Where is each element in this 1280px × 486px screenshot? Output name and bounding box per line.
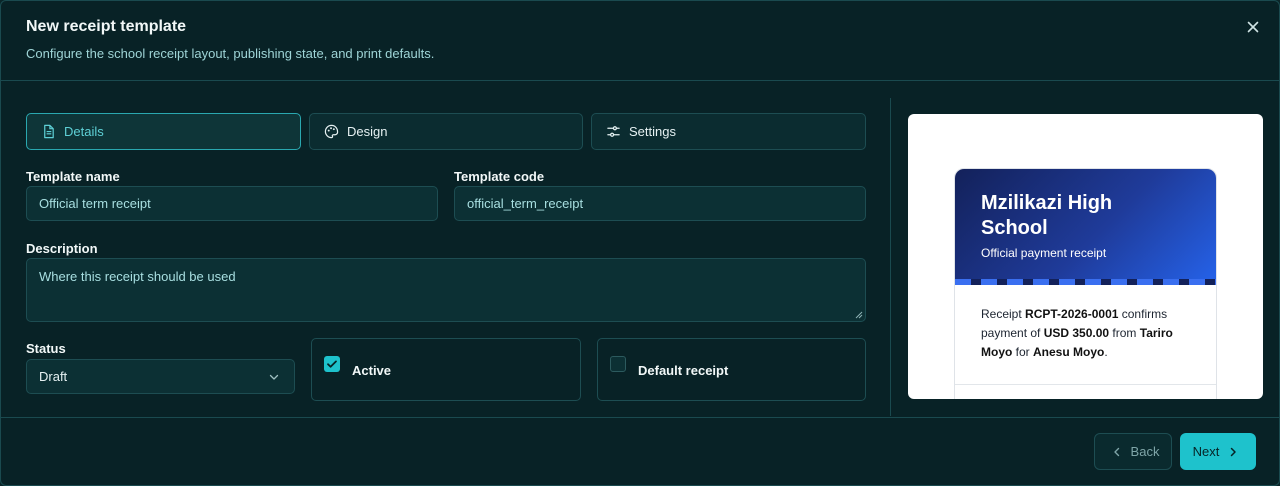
tab-details-label: Details [64, 124, 104, 139]
receipt-divider [955, 384, 1216, 385]
template-code-label: Template code [454, 169, 545, 184]
active-label: Active [352, 363, 392, 378]
palette-icon [324, 124, 339, 139]
receipt-header: Mzilikazi High School Official payment r… [955, 169, 1216, 285]
active-checkbox[interactable] [324, 356, 340, 372]
status-label: Status [26, 341, 66, 356]
back-button[interactable]: Back [1094, 433, 1172, 470]
back-button-label: Back [1130, 444, 1160, 459]
status-value: Draft [39, 369, 68, 384]
template-name-input[interactable]: Official term receipt [26, 186, 438, 221]
chevron-right-icon [1231, 447, 1237, 456]
check-icon [327, 360, 337, 368]
chevron-left-icon [1113, 447, 1119, 456]
description-textarea[interactable]: Where this receipt should be used [26, 258, 866, 322]
active-toggle-card[interactable]: Active [311, 338, 581, 401]
receipt-school-name: Mzilikazi High School [981, 192, 1113, 239]
receipt-student: Anesu Moyo [1033, 345, 1105, 359]
dialog-title: New receipt template [26, 18, 187, 35]
panel-divider [890, 98, 891, 416]
resize-handle-icon[interactable] [855, 311, 863, 319]
template-code-input[interactable]: official_term_receipt [454, 186, 866, 221]
default-receipt-card[interactable]: Default receipt [597, 338, 866, 401]
sliders-icon [607, 126, 620, 137]
receipt-text-1: Receipt [981, 307, 1026, 321]
tab-details[interactable]: Details [26, 113, 301, 150]
receipt-number: RCPT-2026-0001 [1025, 307, 1119, 321]
default-receipt-label: Default receipt [638, 363, 729, 378]
tab-settings-label: Settings [629, 124, 676, 139]
document-icon [44, 124, 54, 139]
dialog-header: New receipt template Configure the schoo… [1, 1, 1279, 81]
receipt-template-dialog: New receipt template Configure the schoo… [0, 0, 1280, 486]
close-button[interactable] [1243, 17, 1263, 37]
receipt-card: Mzilikazi High School Official payment r… [954, 168, 1217, 399]
next-button-label: Next [1192, 444, 1220, 459]
chevron-down-icon [269, 374, 279, 380]
receipt-amount: USD 350.00 [1043, 326, 1110, 340]
template-name-label: Template name [26, 169, 120, 184]
receipt-subtitle: Official payment receipt [981, 246, 1107, 260]
dialog-subtitle: Configure the school receipt layout, pub… [26, 46, 435, 61]
status-select[interactable]: Draft [26, 359, 295, 394]
dialog-footer [1, 417, 1279, 485]
receipt-text-4: for [1012, 345, 1034, 359]
receipt-dashed-border [955, 279, 1216, 285]
receipt-preview: Mzilikazi High School Official payment r… [908, 114, 1263, 399]
default-receipt-checkbox[interactable] [610, 356, 626, 372]
receipt-text-5: . [1104, 345, 1108, 359]
description-placeholder: Where this receipt should be used [39, 269, 236, 284]
tab-settings[interactable]: Settings [591, 113, 866, 150]
tab-design-label: Design [347, 124, 388, 139]
receipt-text-3: from [1109, 326, 1140, 340]
next-button[interactable]: Next [1180, 433, 1256, 470]
description-label: Description [26, 241, 98, 256]
receipt-body-text: Receipt RCPT-2026-0001 confirms payment … [981, 305, 1191, 362]
tab-design[interactable]: Design [309, 113, 583, 150]
close-icon [1247, 21, 1259, 33]
